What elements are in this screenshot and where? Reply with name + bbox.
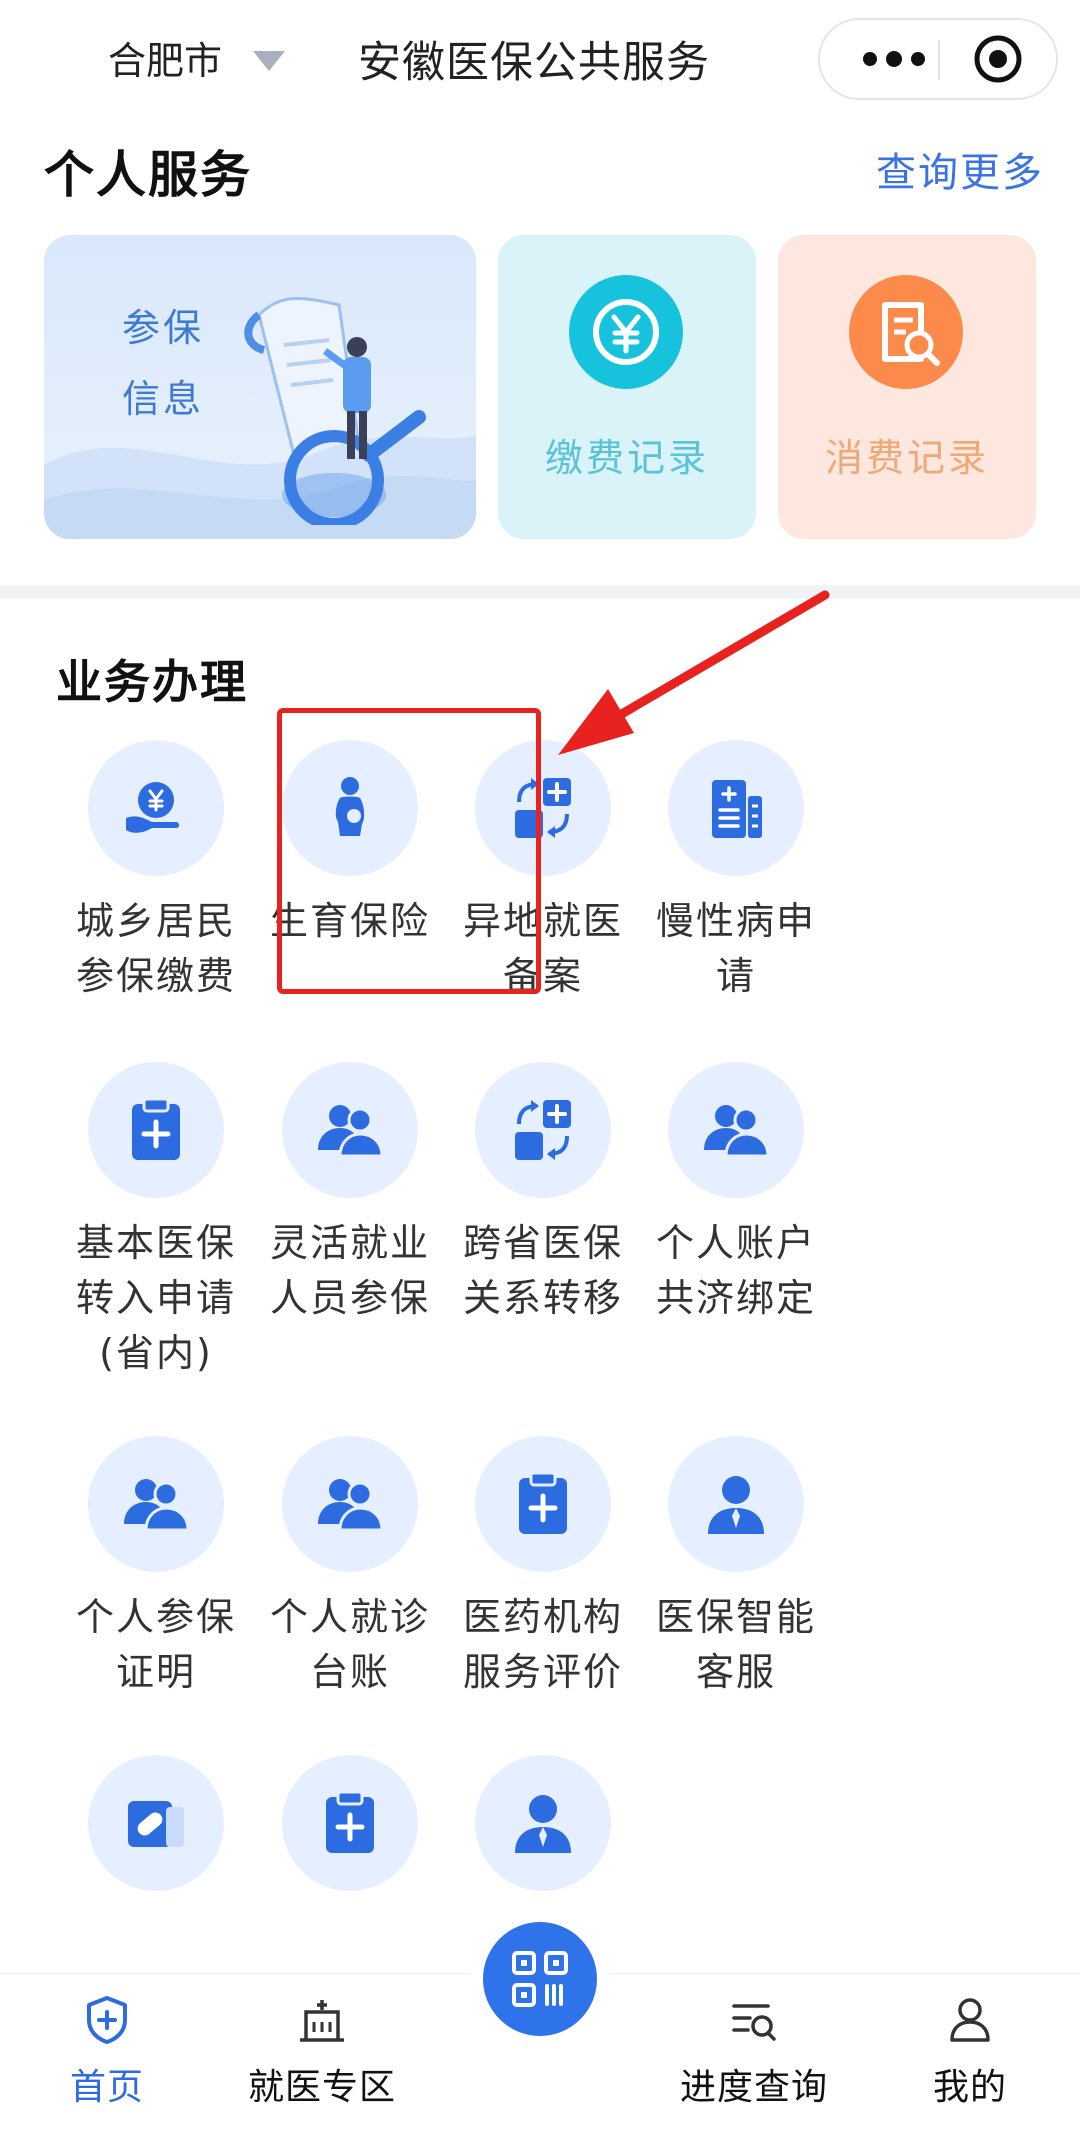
top-bar: 合肥市 安徽医保公共服务 <box>0 0 1080 120</box>
nav-mine[interactable]: 我的 <box>870 1994 1070 2110</box>
business-item-label: 医药机构 服务评价 <box>462 1595 623 1694</box>
users-icon <box>668 1062 804 1198</box>
business-item-label: 个人参保 证明 <box>75 1595 236 1694</box>
scan-button-circle <box>483 1922 597 2036</box>
payment-record-label: 缴费记录 <box>544 436 709 480</box>
document-magnifier-illustration <box>244 296 426 525</box>
section-divider <box>0 585 1080 599</box>
business-item[interactable]: 个人账户 共济绑定 <box>626 1062 846 1326</box>
business-item-label: 跨省医保 关系转移 <box>462 1221 623 1320</box>
annotation-arrow <box>558 590 830 755</box>
insurance-info-card[interactable]: 参保 信息 <box>44 235 476 539</box>
business-item[interactable]: 医药机构 服务评价 <box>433 1436 653 1700</box>
more-icon[interactable] <box>856 36 932 82</box>
business-item[interactable]: 基本医保 转入申请 (省内) <box>46 1062 266 1381</box>
shield-plus-icon <box>87 1996 127 2044</box>
business-item-label: 个人就诊 台账 <box>269 1595 430 1694</box>
business-item[interactable]: 灵活就业 人员参保 <box>240 1062 460 1326</box>
clipboard-plus-icon <box>282 1755 418 1891</box>
business-item-label: 个人账户 共济绑定 <box>655 1221 816 1320</box>
business-item[interactable] <box>46 1755 266 1891</box>
page-title: 安徽医保公共服务 <box>358 38 710 88</box>
nav-medical-label: 就医专区 <box>247 2067 396 2108</box>
pill-card-icon <box>88 1755 224 1891</box>
receipt-search-icon <box>849 275 963 389</box>
business-item[interactable]: 慢性病申 请 <box>626 740 846 1004</box>
business-item[interactable]: 城乡居民 参保缴费 <box>46 740 266 1004</box>
qr-code-icon <box>512 1951 568 2007</box>
nav-home[interactable]: 首页 <box>7 1994 207 2110</box>
business-item-label: 灵活就业 人员参保 <box>269 1221 430 1320</box>
users-icon <box>88 1436 224 1572</box>
nav-medical[interactable]: 就医专区 <box>222 1994 422 2110</box>
business-item[interactable]: 医保智能 客服 <box>626 1436 846 1700</box>
nav-mine-label: 我的 <box>932 2067 1007 2108</box>
business-item[interactable]: 个人就诊 台账 <box>240 1436 460 1700</box>
nav-home-label: 首页 <box>69 2067 144 2108</box>
business-item[interactable]: 跨省医保 关系转移 <box>433 1062 653 1326</box>
chevron-down-icon[interactable] <box>253 51 285 71</box>
insurance-info-label-line2: 信息 <box>122 377 205 421</box>
scan-button[interactable] <box>471 1910 609 2048</box>
business-item[interactable] <box>433 1755 653 1891</box>
business-item-label: 医保智能 客服 <box>655 1595 816 1694</box>
mini-program-capsule <box>818 18 1058 100</box>
yuan-icon <box>569 275 683 389</box>
business-item[interactable]: 个人参保 证明 <box>46 1436 266 1700</box>
users-icon <box>282 1436 418 1572</box>
transfer-plus-icon <box>475 1062 611 1198</box>
close-target-icon[interactable] <box>973 34 1023 84</box>
city-selector[interactable]: 合肥市 <box>108 30 222 85</box>
nav-progress-label: 进度查询 <box>679 2067 828 2108</box>
highlight-box <box>277 708 541 994</box>
consumption-record-label: 消费记录 <box>824 436 989 480</box>
insurance-info-label-line1: 参保 <box>122 306 205 350</box>
users-icon <box>282 1062 418 1198</box>
business-item-label: 基本医保 转入申请 (省内) <box>75 1221 236 1375</box>
capsule-divider <box>938 40 940 80</box>
business-item[interactable] <box>240 1755 460 1891</box>
hospital-icon <box>300 2000 344 2042</box>
consumption-record-card[interactable]: 消费记录 <box>778 235 1036 539</box>
business-item-label: 慢性病申 请 <box>655 899 816 998</box>
query-more-link[interactable]: 查询更多 <box>876 140 1044 198</box>
section-title-business: 业务办理 <box>56 655 248 709</box>
clipboard-plus-icon <box>475 1436 611 1572</box>
user-icon <box>950 1998 990 2042</box>
list-search-icon <box>732 2004 776 2041</box>
clipboard-plus-icon <box>88 1062 224 1198</box>
section-title-personal: 个人服务 <box>44 146 252 204</box>
agent-icon <box>668 1436 804 1572</box>
payment-record-card[interactable]: 缴费记录 <box>498 235 756 539</box>
agent-icon <box>475 1755 611 1891</box>
yuan-hand-icon <box>88 740 224 876</box>
nav-progress[interactable]: 进度查询 <box>654 1994 854 2110</box>
business-item-label: 城乡居民 参保缴费 <box>75 899 236 998</box>
